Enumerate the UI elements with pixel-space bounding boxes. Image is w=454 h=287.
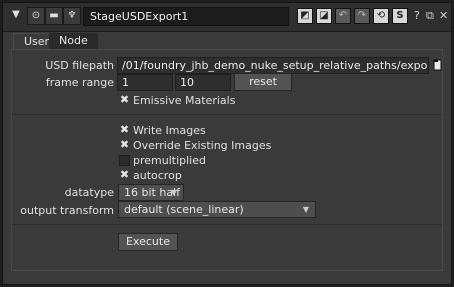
divider — [12, 114, 442, 115]
execute-button[interactable]: Execute — [118, 233, 178, 251]
override-existing-images-label: Override Existing Images — [133, 139, 272, 152]
frame-range-label: frame range — [45, 76, 114, 89]
output-transform-dropdown[interactable]: default (scene_linear) ▼ — [118, 201, 316, 218]
node-name-field[interactable]: StageUSDExport1 — [83, 7, 289, 26]
override-existing-images-checkbox[interactable]: ✖ — [119, 139, 130, 151]
autocrop-checkbox[interactable]: ✖ — [119, 169, 130, 181]
node-view-icon[interactable]: ▬ — [45, 7, 63, 25]
emissive-materials-label: Emissive Materials — [133, 94, 236, 107]
chevron-down-icon: ▼ — [302, 205, 309, 214]
tab-node[interactable]: Node — [49, 33, 98, 49]
premultiplied-checkbox[interactable] — [119, 155, 130, 166]
datatype-label: datatype — [64, 186, 114, 199]
pin-icon[interactable]: ♆ — [63, 7, 81, 25]
folder-icon[interactable] — [433, 58, 442, 72]
emissive-materials-checkbox[interactable]: ✖ — [119, 94, 130, 106]
color-swatch-2-icon[interactable]: ◪ — [316, 8, 332, 24]
undo-icon[interactable]: ↶ — [335, 8, 351, 24]
output-transform-value: default (scene_linear) — [124, 203, 244, 216]
close-icon[interactable]: ✕ — [439, 9, 448, 22]
collapse-arrow-icon[interactable]: ▼ — [7, 7, 25, 25]
write-images-label: Write Images — [133, 124, 206, 137]
divider — [12, 224, 442, 225]
title-bar: ▼ ⊙ ▬ ♆ StageUSDExport1 ◩ ◪ ↶ ↷ ⟲ S ? ⧉ … — [3, 3, 451, 32]
write-images-checkbox[interactable]: ✖ — [119, 124, 130, 136]
help-icon[interactable]: ? — [414, 9, 420, 22]
revert-icon[interactable]: ⟲ — [373, 8, 389, 24]
node-properties-panel: ▼ ⊙ ▬ ♆ StageUSDExport1 ◩ ◪ ↶ ↷ ⟲ S ? ⧉ … — [2, 2, 452, 285]
output-transform-label: output transform — [20, 204, 114, 217]
premultiplied-label: premultiplied — [133, 154, 206, 167]
usd-filepath-label: USD filepath — [45, 59, 114, 72]
float-icon[interactable]: ⧉ — [426, 9, 434, 23]
autocrop-label: autocrop — [133, 169, 182, 182]
node-center-icon[interactable]: ⊙ — [27, 7, 45, 25]
frame-range-end-input[interactable]: 10 — [175, 74, 231, 91]
redo-icon[interactable]: ↷ — [354, 8, 370, 24]
frame-range-start-input[interactable]: 1 — [117, 74, 173, 91]
datatype-dropdown[interactable]: 16 bit half ▼ — [118, 184, 184, 201]
color-swatch-icon[interactable]: ◩ — [297, 8, 313, 24]
script-icon[interactable]: S — [392, 8, 408, 24]
chevron-down-icon: ▼ — [170, 188, 177, 197]
reset-button[interactable]: reset — [234, 73, 292, 91]
tab-content-panel: USD filepath /01/foundry_jhb_demo_nuke_s… — [11, 49, 443, 271]
usd-filepath-input[interactable]: /01/foundry_jhb_demo_nuke_setup_relative… — [117, 57, 429, 74]
